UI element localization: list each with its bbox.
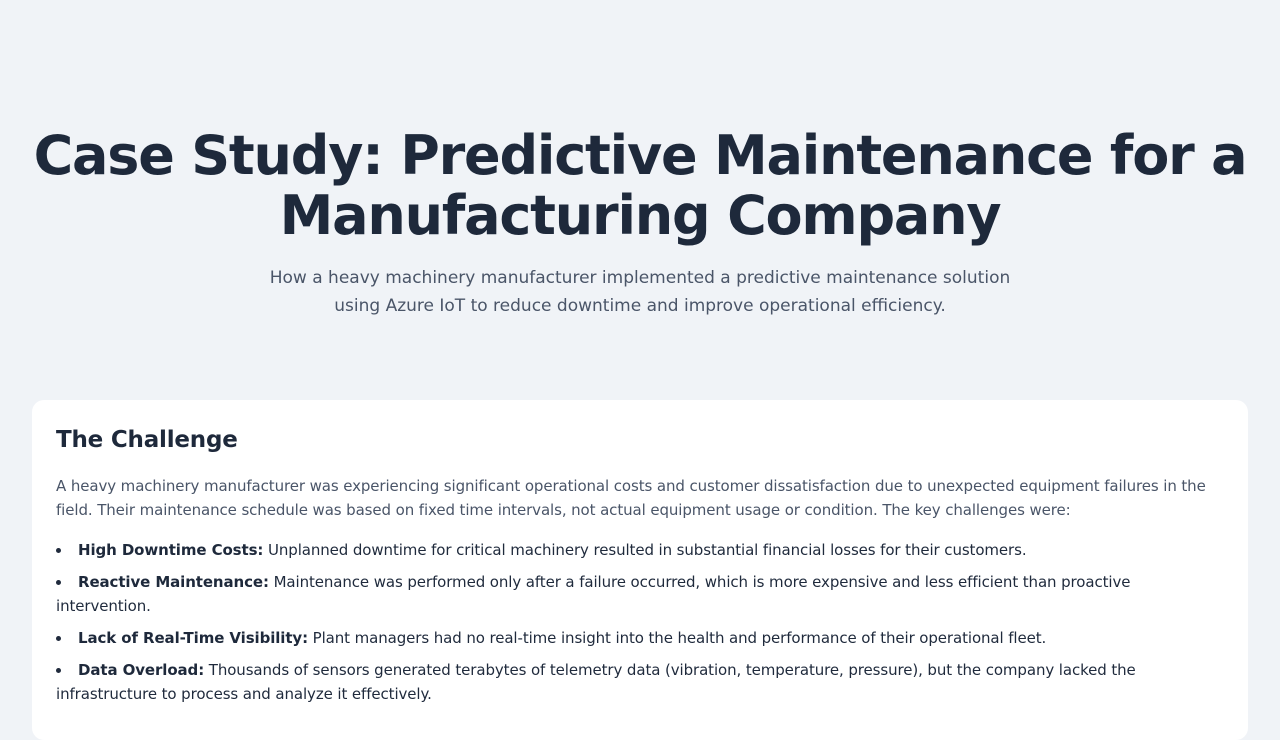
page-subtitle: How a heavy machinery manufacturer imple…: [269, 268, 1011, 316]
page-title: Case Study: Predictive Maintenance for a…: [33, 124, 1248, 247]
list-item: High Downtime Costs: Unplanned downtime …: [56, 538, 1224, 562]
bullet-icon: [56, 668, 61, 673]
list-item-title: Lack of Real-Time Visibility:: [78, 629, 308, 647]
challenge-list: High Downtime Costs: Unplanned downtime …: [56, 538, 1224, 706]
list-item-title: Reactive Maintenance:: [78, 573, 269, 591]
list-item-title: High Downtime Costs:: [78, 541, 264, 559]
list-item: Reactive Maintenance: Maintenance was pe…: [56, 570, 1224, 618]
challenge-intro: A heavy machinery manufacturer was exper…: [56, 477, 1206, 519]
list-item-text: Plant managers had no real-time insight …: [312, 629, 1047, 647]
challenge-heading: The Challenge: [56, 427, 238, 453]
challenge-card: The Challenge A heavy machinery manufact…: [32, 400, 1248, 740]
list-item: Data Overload: Thousands of sensors gene…: [56, 658, 1224, 706]
list-item-text: Unplanned downtime for critical machiner…: [267, 541, 1027, 559]
list-item: Lack of Real-Time Visibility: Plant mana…: [56, 626, 1224, 650]
bullet-icon: [56, 548, 61, 553]
list-item-text: Thousands of sensors generated terabytes…: [56, 661, 1136, 703]
list-item-title: Data Overload:: [78, 661, 205, 679]
bullet-icon: [56, 580, 61, 585]
bullet-icon: [56, 636, 61, 641]
